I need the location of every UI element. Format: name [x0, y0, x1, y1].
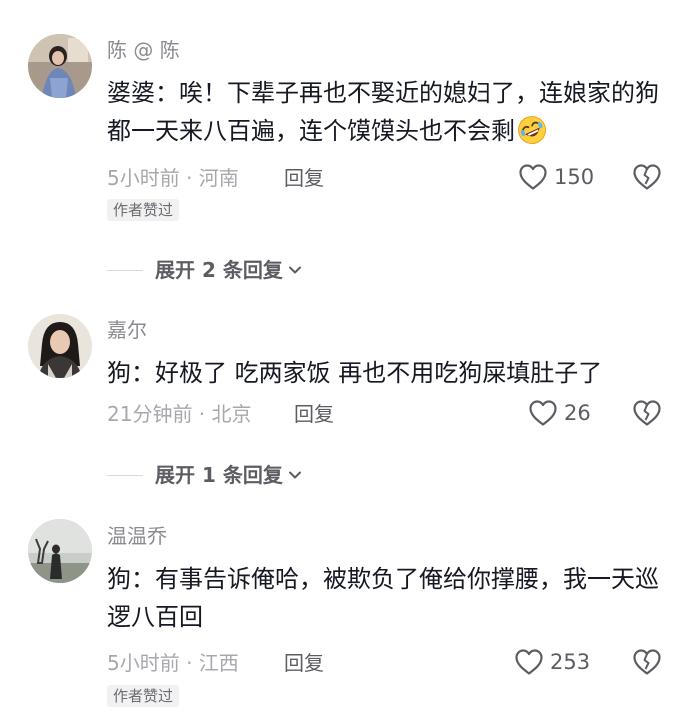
avatar[interactable] [28, 314, 92, 378]
dislike-button[interactable] [632, 163, 662, 191]
username[interactable]: 温温乔 [107, 524, 167, 548]
comment-time-location: 21分钟前 · 北京 [107, 402, 252, 426]
avatar-image [28, 34, 92, 98]
avatar-image [28, 519, 92, 583]
chevron-down-icon [288, 266, 301, 274]
reply-button[interactable]: 回复 [284, 166, 324, 190]
dislike-button[interactable] [632, 399, 662, 427]
heart-icon [529, 400, 557, 426]
avatar-image [28, 314, 92, 378]
like-button[interactable]: 26 [528, 399, 591, 427]
comment-text: 狗：好极了 吃两家饭 再也不用吃狗屎填肚子了 [107, 354, 667, 392]
reply-button[interactable]: 回复 [294, 402, 334, 426]
broken-heart-icon [633, 649, 661, 675]
avatar[interactable] [28, 34, 92, 98]
rolling-on-floor-laughing-emoji [518, 116, 546, 144]
like-count: 253 [550, 650, 591, 674]
like-count: 26 [564, 401, 591, 425]
comment-time-location: 5小时前 · 江西 [107, 651, 239, 675]
reply-button[interactable]: 回复 [284, 651, 324, 675]
expand-replies-button[interactable]: 展开 1 条回复 [107, 463, 303, 487]
like-button[interactable]: 150 [518, 163, 594, 191]
username[interactable]: 嘉尔 [107, 318, 147, 342]
dislike-button[interactable] [632, 648, 662, 676]
broken-heart-icon [633, 164, 661, 190]
avatar[interactable] [28, 519, 92, 583]
divider-line [107, 269, 143, 271]
author-liked-badge: 作者赞过 [107, 685, 180, 707]
comment-text-content: 狗：有事告诉俺哈，被欺负了俺给你撑腰，我一天巡逻八百回 [107, 565, 659, 631]
comment-text-content: 狗：好极了 吃两家饭 再也不用吃狗屎填肚子了 [107, 359, 603, 387]
heart-icon [515, 649, 543, 675]
divider-line [107, 474, 143, 476]
like-count: 150 [554, 165, 595, 189]
broken-heart-icon [633, 400, 661, 426]
expand-replies-button[interactable]: 展开 2 条回复 [107, 258, 303, 282]
author-liked-badge: 作者赞过 [107, 199, 180, 221]
comment-text-content: 婆婆：唉！下辈子再也不娶近的媳妇了，连娘家的狗都一天来八百遍，连个馍馍头也不会剩 [107, 79, 659, 145]
username[interactable]: 陈 @ 陈 [107, 38, 180, 62]
comment-time-location: 5小时前 · 河南 [107, 166, 239, 190]
comment-text: 婆婆：唉！下辈子再也不娶近的媳妇了，连娘家的狗都一天来八百遍，连个馍馍头也不会剩 [107, 74, 667, 150]
like-button[interactable]: 253 [514, 648, 590, 676]
comment-text: 狗：有事告诉俺哈，被欺负了俺给你撑腰，我一天巡逻八百回 [107, 560, 667, 636]
chevron-down-icon [288, 471, 301, 479]
heart-icon [519, 164, 547, 190]
expand-replies-label: 展开 1 条回复 [155, 463, 283, 487]
expand-replies-label: 展开 2 条回复 [155, 258, 283, 282]
